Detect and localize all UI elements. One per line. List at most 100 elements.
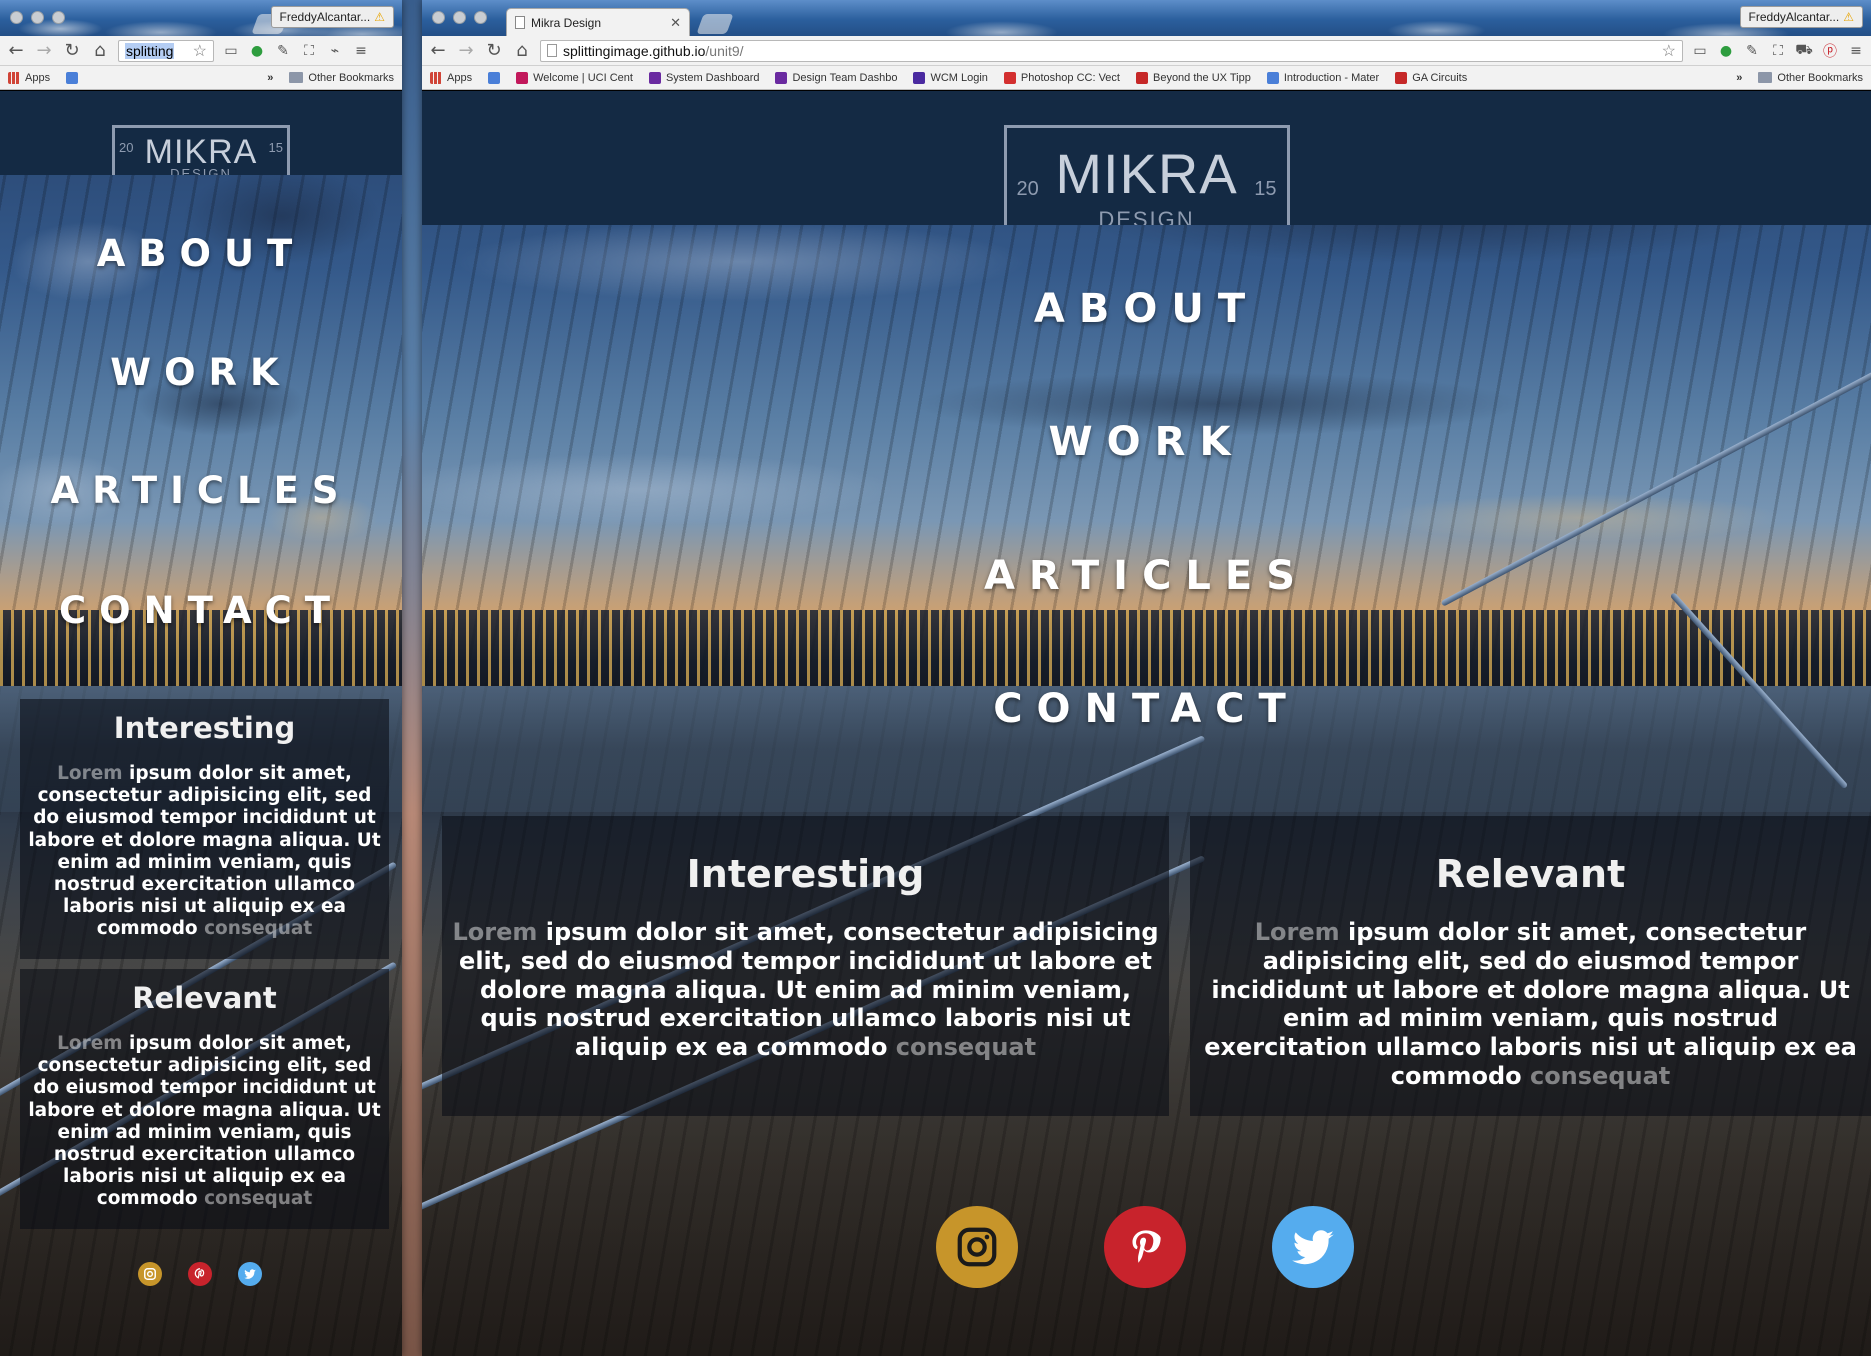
cast-icon[interactable]: ▭	[1691, 43, 1709, 59]
reload-icon[interactable]: ↻	[62, 40, 82, 61]
nav-articles[interactable]: ARTICLES	[422, 553, 1871, 599]
nav-work[interactable]: WORK	[0, 351, 402, 394]
bookmark-item[interactable]: Introduction - Mater	[1266, 71, 1379, 84]
extension-green-icon[interactable]: ●	[248, 43, 266, 59]
bookmark-item[interactable]: Design Team Dashbo	[775, 71, 897, 84]
google-icon	[488, 71, 501, 84]
card-title: Relevant	[1435, 852, 1626, 896]
title-bar: Mikra Design ✕ FreddyAlcantar... ⚠	[422, 0, 1871, 36]
bookmarks-overflow[interactable]: »	[267, 72, 273, 84]
page-icon	[547, 44, 557, 57]
card-relevant: Relevant Lorem ipsum dolor sit amet, con…	[1190, 816, 1871, 1116]
nav-articles[interactable]: ARTICLES	[0, 469, 402, 512]
bookmark-google[interactable]	[66, 71, 79, 84]
page-viewport: 20 MIKRA 15 DESIGN ABOUT WORK ARTICLES C…	[422, 91, 1871, 1356]
site-logo[interactable]: 20 MIKRA 15 DESIGN	[112, 125, 290, 175]
bookmarks-overflow[interactable]: »	[1736, 72, 1742, 84]
google-icon	[66, 71, 79, 84]
tab-mikra-design[interactable]: Mikra Design ✕	[506, 8, 690, 36]
bookmark-item[interactable]	[488, 71, 501, 84]
back-icon[interactable]: ←	[6, 40, 26, 61]
page-icon	[515, 16, 525, 29]
browser-window-wide: Mikra Design ✕ FreddyAlcantar... ⚠ ← → ↻ …	[422, 0, 1871, 1356]
bookmark-star-icon[interactable]: ☆	[193, 41, 207, 61]
forward-icon[interactable]: →	[34, 40, 54, 61]
bookmark-item[interactable]: Photoshop CC: Vect	[1003, 71, 1120, 84]
uci-icon	[516, 71, 529, 84]
bookmark-item[interactable]: WCM Login	[913, 71, 988, 84]
menu-icon[interactable]: ≡	[352, 43, 370, 59]
warning-icon: ⚠	[374, 10, 385, 24]
bookmark-item[interactable]: Beyond the UX Tipp	[1135, 71, 1251, 84]
screenshot-icon[interactable]: ⛶	[300, 43, 318, 59]
url-text[interactable]: splittingimage.github.io/unit9/	[563, 43, 744, 59]
screenshot-icon[interactable]: ⛶	[1769, 43, 1787, 59]
nav-about[interactable]: ABOUT	[0, 232, 402, 275]
address-bar[interactable]: splittingimage.github.io/unit9/ ☆	[540, 39, 1683, 62]
bookmark-star-icon[interactable]: ☆	[1662, 41, 1676, 61]
apps-icon	[430, 71, 442, 84]
other-bookmarks[interactable]: Other Bookmarks	[1758, 72, 1863, 84]
bookmark-item[interactable]: Apps	[430, 71, 472, 84]
site-header: 20 MIKRA 15 DESIGN	[422, 91, 1871, 225]
nav-contact[interactable]: CONTACT	[422, 686, 1871, 732]
address-bar[interactable]: splitting ☆	[118, 39, 214, 62]
eyedropper-icon[interactable]: ✎	[1743, 43, 1761, 59]
url-text[interactable]: splitting	[125, 42, 175, 59]
toolbar: ← → ↻ ⌂ splitting ☆ ▭ ● ✎ ⛶ ⌁ ≡	[0, 36, 402, 66]
youtube-icon	[1003, 71, 1016, 84]
eyedropper-icon[interactable]: ✎	[274, 43, 292, 59]
window-controls[interactable]	[432, 11, 487, 24]
twitter-icon[interactable]	[1272, 1206, 1354, 1288]
home-icon[interactable]: ⌂	[512, 40, 532, 61]
star-icon	[1135, 71, 1148, 84]
pinterest-icon[interactable]	[1104, 1206, 1186, 1288]
title-bar: FreddyAlcantar... ⚠	[0, 0, 402, 36]
card-body: Lorem ipsum dolor sit amet, consectetur …	[28, 763, 381, 940]
profile-button[interactable]: FreddyAlcantar... ⚠	[1739, 6, 1863, 28]
wcm-icon	[913, 71, 926, 84]
back-icon[interactable]: ←	[428, 40, 448, 61]
pinterest-extension-icon[interactable]: ⓟ	[1821, 41, 1839, 61]
other-bookmarks[interactable]: Other Bookmarks	[289, 72, 394, 84]
instagram-icon[interactable]	[138, 1262, 162, 1286]
site-logo[interactable]: 20 MIKRA 15 DESIGN	[1003, 125, 1290, 225]
toolbar: ← → ↻ ⌂ splittingimage.github.io/unit9/ …	[422, 36, 1871, 66]
card-body: Lorem ipsum dolor sit amet, consectetur …	[452, 918, 1159, 1062]
extension-icon[interactable]: ⌁	[326, 43, 344, 59]
site-header: 20 MIKRA 15 DESIGN	[0, 91, 402, 175]
twitter-icon[interactable]	[238, 1262, 262, 1286]
window-controls[interactable]	[10, 11, 65, 24]
card-title: Interesting	[686, 852, 925, 896]
card-interesting: Interesting Lorem ipsum dolor sit amet, …	[20, 699, 389, 959]
nav-about[interactable]: ABOUT	[422, 286, 1871, 332]
page-viewport: 20 MIKRA 15 DESIGN ABOUT WORK ARTICLES C…	[0, 91, 402, 1356]
card-title: Interesting	[113, 711, 296, 745]
folder-icon	[1758, 72, 1773, 83]
bookmark-item[interactable]: Welcome | UCI Cent	[516, 71, 633, 84]
bookmark-item[interactable]: GA Circuits	[1395, 71, 1467, 84]
folder-icon	[289, 72, 304, 83]
cast-icon[interactable]: ▭	[222, 43, 240, 59]
instagram-icon[interactable]	[936, 1206, 1018, 1288]
extension-green-icon[interactable]: ●	[1717, 43, 1735, 59]
car-icon[interactable]: ⛟	[1795, 42, 1813, 60]
bookmark-item[interactable]: System Dashboard	[648, 71, 759, 84]
jira-icon	[775, 71, 788, 84]
bookmark-apps[interactable]: Apps	[8, 71, 50, 84]
browser-window-narrow: FreddyAlcantar... ⚠ ← → ↻ ⌂ splitting ☆ ▭…	[0, 0, 402, 1356]
nav-contact[interactable]: CONTACT	[0, 589, 402, 632]
jira-icon	[648, 71, 661, 84]
nav-work[interactable]: WORK	[422, 419, 1871, 465]
tab-close-icon[interactable]: ✕	[670, 15, 681, 31]
home-icon[interactable]: ⌂	[90, 40, 110, 61]
forward-icon[interactable]: →	[456, 40, 476, 61]
profile-button[interactable]: FreddyAlcantar... ⚠	[270, 6, 394, 28]
card-relevant: Relevant Lorem ipsum dolor sit amet, con…	[20, 969, 389, 1229]
menu-icon[interactable]: ≡	[1847, 43, 1865, 59]
card-interesting: Interesting Lorem ipsum dolor sit amet, …	[442, 816, 1169, 1116]
reload-icon[interactable]: ↻	[484, 40, 504, 61]
pinterest-icon[interactable]	[188, 1262, 212, 1286]
warning-icon: ⚠	[1843, 10, 1854, 24]
card-title: Relevant	[132, 981, 277, 1015]
